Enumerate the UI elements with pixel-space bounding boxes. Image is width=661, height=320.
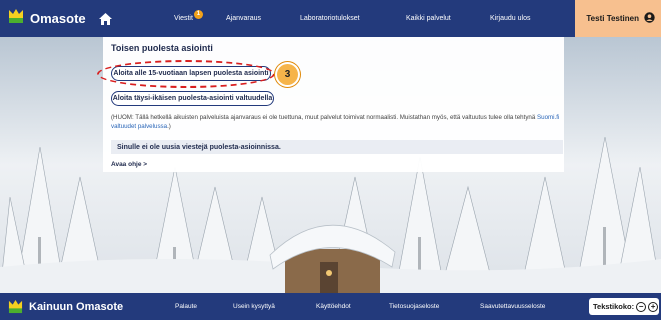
footer-privacy-link[interactable]: Tietosuojaseloste	[389, 293, 439, 320]
nav-logout-label: Kirjaudu ulos	[490, 15, 531, 22]
nav-messages-label: Viestit	[174, 15, 193, 22]
crown-logo-icon	[8, 8, 24, 29]
user-name: Testi Testinen	[586, 14, 639, 23]
user-menu[interactable]: Testi Testinen	[575, 0, 661, 37]
footer-feedback-link[interactable]: Palaute	[175, 293, 197, 320]
info-note-end: .)	[167, 123, 171, 130]
no-messages-notice: Sinulle ei ole uusia viestejä puolesta-a…	[111, 140, 563, 154]
footer-logo-icon	[8, 299, 23, 314]
start-adult-proxy-button[interactable]: Aloita täysi-ikäisen puolesta-asiointi v…	[111, 91, 274, 106]
nav-logout[interactable]: Kirjaudu ulos	[490, 0, 530, 37]
nav-all-services-label: Kaikki palvelut	[406, 15, 451, 22]
nav-lab-results-label: Laboratoriotulokset	[300, 15, 360, 22]
info-note: (HUOM: Tällä hetkellä aikuisten palvelui…	[111, 113, 563, 131]
highlight-oval	[97, 60, 275, 88]
step-marker: 3	[277, 64, 298, 85]
increase-text-size-button[interactable]: +	[648, 301, 659, 312]
home-icon[interactable]	[98, 12, 113, 26]
footer-accessibility-link[interactable]: Saavutettavuusseloste	[480, 293, 545, 320]
footer-faq-link[interactable]: Usein kysyttyä	[233, 293, 275, 320]
top-navigation-bar: Omasote Viestit 1 Ajanvaraus Laboratorio…	[0, 0, 661, 37]
footer-bar: Kainuun Omasote Palaute Usein kysyttyä K…	[0, 293, 661, 320]
info-note-text: (HUOM: Tällä hetkellä aikuisten palvelui…	[111, 114, 538, 121]
brand-logo[interactable]: Omasote	[8, 8, 86, 29]
unread-badge: 1	[193, 10, 203, 19]
page-title: Toisen puolesta asiointi	[111, 43, 213, 53]
open-help-link[interactable]: Avaa ohje >	[111, 161, 147, 168]
no-messages-text: Sinulle ei ole uusia viestejä puolesta-a…	[117, 143, 281, 151]
text-size-label: Tekstikoko:	[593, 302, 635, 311]
nav-all-services[interactable]: Kaikki palvelut	[406, 0, 451, 37]
nav-appointments-label: Ajanvaraus	[226, 15, 262, 22]
text-size-control: Tekstikoko: − +	[589, 298, 659, 315]
decrease-text-size-button[interactable]: −	[636, 301, 647, 312]
nav-lab-results[interactable]: Laboratoriotulokset	[300, 0, 360, 37]
nav-messages[interactable]: Viestit 1	[174, 0, 203, 37]
user-icon	[644, 10, 655, 28]
nav-appointments[interactable]: Ajanvaraus	[226, 0, 261, 37]
footer-terms-link[interactable]: Käyttöehdot	[316, 293, 351, 320]
footer-brand: Kainuun Omasote	[29, 300, 124, 313]
brand-name: Omasote	[30, 11, 86, 26]
